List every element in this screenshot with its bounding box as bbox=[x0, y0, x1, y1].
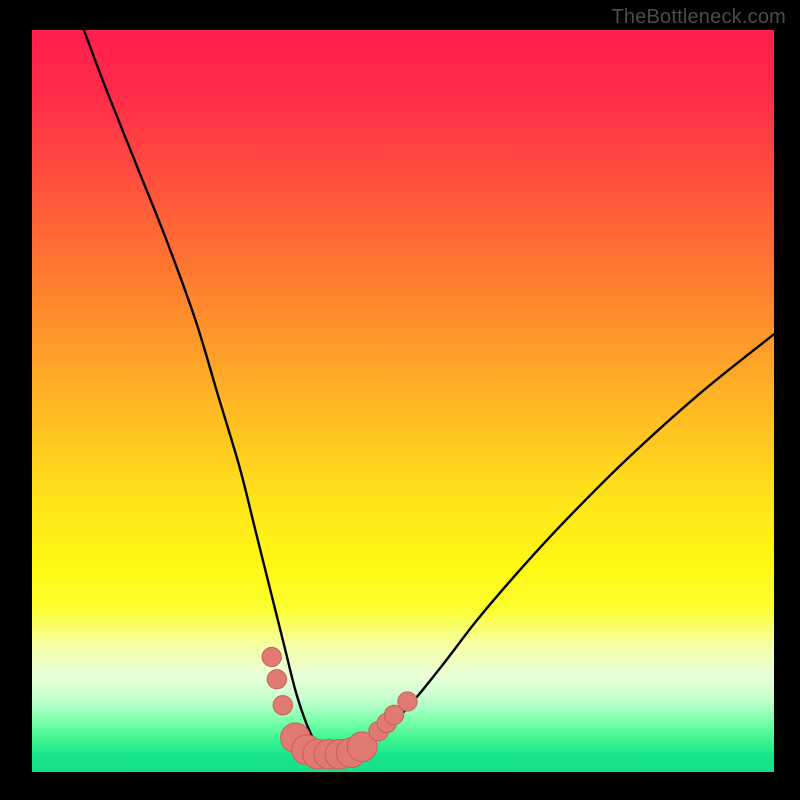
curve-marker bbox=[267, 670, 286, 689]
plot-area bbox=[32, 30, 774, 772]
curve-marker bbox=[262, 647, 281, 666]
bottleneck-curve bbox=[84, 30, 774, 755]
chart-frame: TheBottleneck.com bbox=[0, 0, 800, 800]
curve-marker bbox=[273, 696, 292, 715]
chart-svg bbox=[32, 30, 774, 772]
watermark-text: TheBottleneck.com bbox=[611, 6, 786, 29]
curve-marker bbox=[398, 692, 417, 711]
curve-markers bbox=[262, 647, 417, 769]
